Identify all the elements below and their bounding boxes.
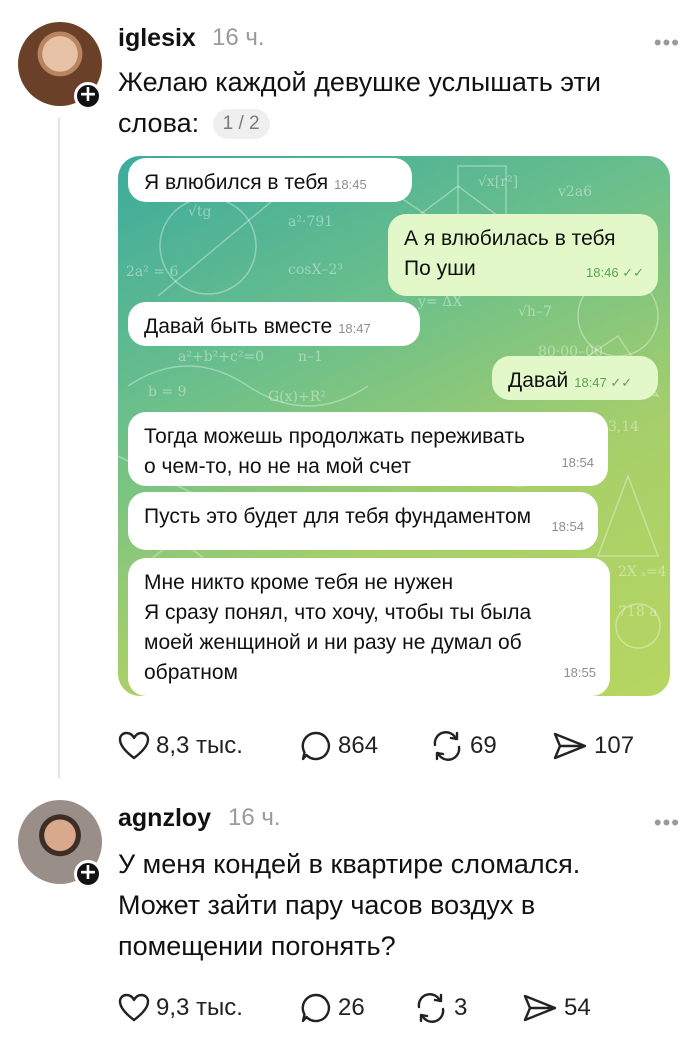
message-bubble-in[interactable]: Давай быть вместе 18:47 [128, 302, 420, 346]
svg-text:718 a: 718 a [618, 604, 658, 620]
shares-count: 107 [594, 732, 635, 759]
svg-text:√x[r²]: √x[r²] [478, 174, 518, 190]
message-time: 18:54 [551, 519, 584, 534]
read-check-icon: ✓✓ [610, 375, 633, 390]
svg-text:√h–7: √h–7 [518, 304, 552, 320]
comment-button[interactable]: 26 [300, 988, 365, 1028]
message-time: 18:47 [338, 321, 371, 336]
svg-text:v2a6: v2a6 [557, 184, 592, 200]
message-text-line: Тогда можешь продолжать переживать [144, 425, 525, 448]
likes-count: 8,3 тыс. [156, 732, 243, 759]
message-text-line: моей женщиной и ни разу не думал об [144, 631, 522, 654]
message-bubble-in[interactable]: Мне никто кроме тебя не нужен Я сразу по… [128, 558, 610, 696]
repost-icon [417, 993, 445, 1023]
message-text-line: обратном [144, 661, 238, 684]
message-text: Я влюбился в тебя [144, 171, 329, 194]
message-text: Давай быть вместе [144, 315, 333, 338]
svg-text:2a² = 6: 2a² = 6 [126, 264, 178, 280]
svg-text:G(x)+R²: G(x)+R² [268, 389, 326, 405]
post-text: У меня кондей в квартире сломался. Может… [118, 849, 581, 961]
message-time: 18:54 [561, 455, 594, 470]
repost-button[interactable]: 69 [430, 726, 497, 766]
comments-count: 26 [338, 994, 365, 1021]
comments-count: 864 [338, 732, 379, 759]
svg-text:2X ₛ=4: 2X ₛ=4 [618, 564, 667, 580]
message-text-line: о чем-то, но не на мой счет [144, 455, 412, 478]
share-button[interactable]: 107 [552, 726, 634, 766]
thread-line [58, 118, 60, 778]
reposts-count: 3 [454, 994, 468, 1021]
username[interactable]: iglesix [118, 24, 196, 53]
read-check-icon: ✓✓ [622, 265, 644, 280]
image-counter-badge: 1 / 2 [212, 109, 270, 139]
message-text-line: Мне никто кроме тебя не нужен [144, 571, 454, 594]
message-bubble-in[interactable]: Тогда можешь продолжать переживать о чем… [128, 412, 608, 486]
post-1: + iglesix 16 ч. ••• Желаю каждой девушке… [0, 0, 700, 790]
post-actions: 8,3 тыс. 864 69 107 [118, 726, 658, 766]
like-button[interactable]: 8,3 тыс. [118, 726, 243, 766]
message-text-line: А я влюбилась в тебя [404, 227, 616, 250]
message-bubble-in[interactable]: Я влюбился в тебя 18:45 [128, 158, 412, 202]
message-text: Пусть это будет для тебя фундаментом [144, 505, 532, 528]
more-options-icon[interactable]: ••• [654, 30, 680, 56]
message-time: 18:47 ✓✓ [574, 375, 633, 390]
share-icon [523, 994, 557, 1022]
post-text: Желаю каждой девушке услышать эти слова:… [118, 62, 678, 144]
post-2: + agnzloy 16 ч. ••• У меня кондей в квар… [0, 790, 700, 1042]
shares-count: 54 [564, 994, 591, 1021]
message-bubble-in[interactable]: Пусть это будет для тебя фундаментом 18:… [128, 492, 598, 550]
svg-text:n–1: n–1 [298, 349, 323, 365]
reposts-count: 69 [470, 732, 497, 759]
comment-button[interactable]: 864 [300, 726, 378, 766]
follow-plus-icon[interactable]: + [74, 82, 102, 110]
message-text-line: Я сразу понял, что хочу, чтобы ты была [144, 601, 532, 624]
username[interactable]: agnzloy [118, 804, 211, 833]
svg-text:cosX–2³: cosX–2³ [288, 262, 343, 278]
share-button[interactable]: 54 [522, 988, 591, 1028]
svg-text:a²·791: a²·791 [288, 214, 333, 230]
svg-text:y= ΔX: y= ΔX [417, 294, 462, 310]
comment-icon [301, 731, 331, 761]
post-time: 16 ч. [228, 804, 281, 831]
message-bubble-out[interactable]: Давай 18:47 ✓✓ [492, 356, 658, 400]
message-time: 18:45 [334, 177, 367, 192]
post-actions: 9,3 тыс. 26 3 54 [118, 988, 658, 1028]
more-options-icon[interactable]: ••• [654, 810, 680, 836]
repost-icon [433, 731, 461, 761]
svg-text:a²+b²+c²=0: a²+b²+c²=0 [178, 349, 264, 365]
heart-icon [118, 731, 150, 760]
message-bubble-out[interactable]: А я влюбилась в тебя По уши 18:46 ✓✓ [388, 214, 658, 296]
heart-icon [118, 993, 150, 1022]
message-time: 18:46 ✓✓ [586, 265, 644, 280]
like-button[interactable]: 9,3 тыс. [118, 988, 243, 1028]
chat-screenshot-image[interactable]: √tg a²·791 2a² = 6 cosX–2³ √x[r²] v2a6 y= ΔX… [118, 156, 670, 696]
likes-count: 9,3 тыс. [156, 994, 243, 1021]
svg-text:3,14: 3,14 [608, 419, 639, 435]
svg-text:√tg: √tg [188, 204, 212, 220]
post-text-content: Желаю каждой девушке услышать эти слова: [118, 67, 601, 138]
follow-plus-icon[interactable]: + [74, 860, 102, 888]
comment-icon [301, 993, 331, 1023]
message-time: 18:55 [563, 665, 596, 680]
message-text: Давай [508, 369, 569, 392]
share-icon [553, 732, 587, 760]
svg-text:b = 9: b = 9 [148, 384, 187, 400]
post-time: 16 ч. [212, 24, 265, 51]
repost-button[interactable]: 3 [414, 988, 467, 1028]
